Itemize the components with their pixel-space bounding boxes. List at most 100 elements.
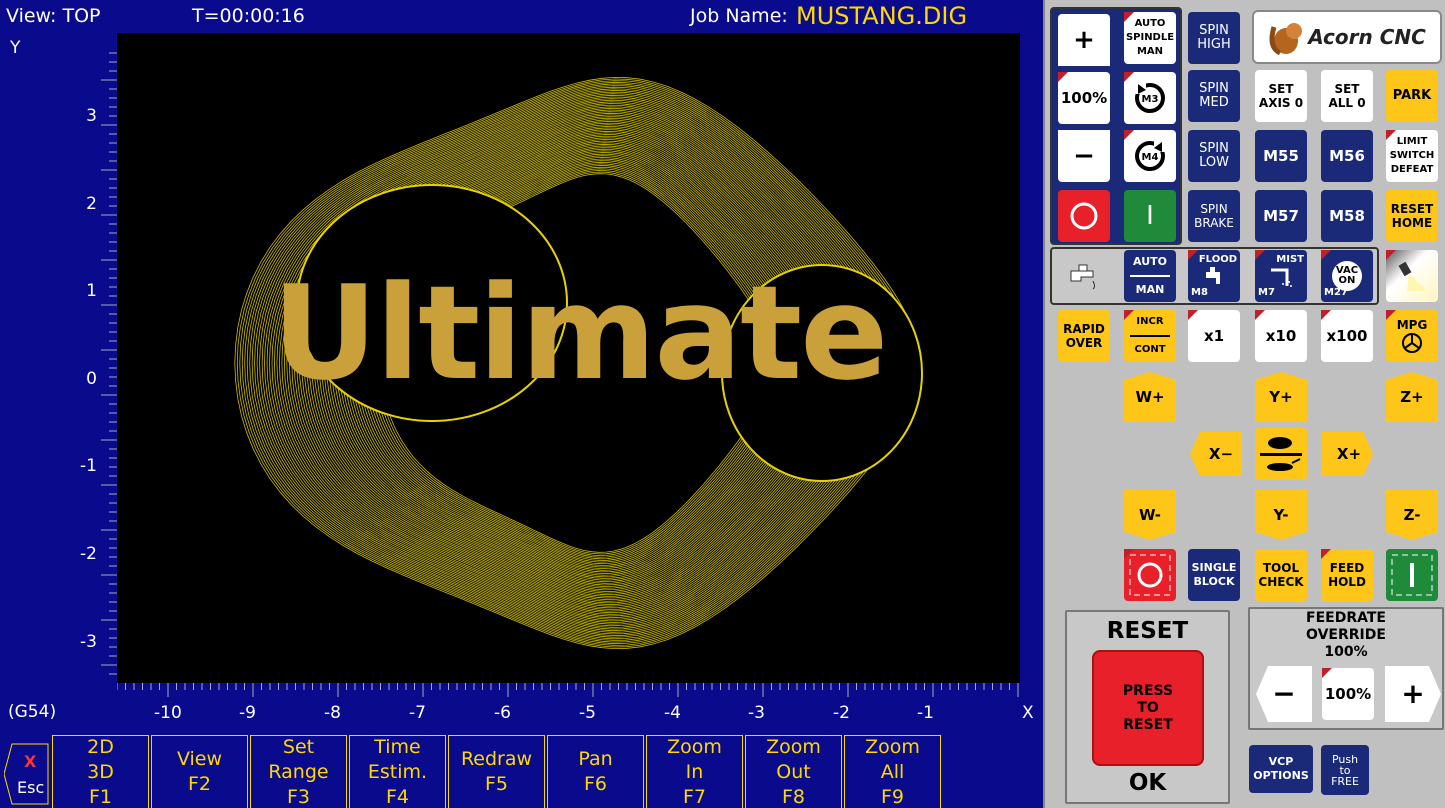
turtle-rabbit-icon	[1260, 437, 1302, 471]
x-tick-label: -2	[833, 703, 850, 723]
fkey-f9-button[interactable]: Zoom All F9	[844, 735, 941, 808]
press-to-reset-button[interactable]: PRESS TO RESET	[1092, 650, 1204, 766]
limit-switch-defeat-button[interactable]: LIMIT SWITCH DEFEAT	[1386, 130, 1438, 182]
jog-arrow-shapes	[1124, 372, 1438, 540]
tool-check-button[interactable]: TOOL CHECK	[1255, 549, 1307, 601]
spindle-speed-decrease-button[interactable]: −	[1058, 130, 1110, 182]
y-axis-ruler	[101, 52, 117, 675]
fkey-f4-button[interactable]: Time Estim. F4	[349, 735, 446, 808]
jog-x-plus-button[interactable]: X+	[1323, 432, 1375, 476]
m55-button[interactable]: M55	[1255, 130, 1307, 182]
set-all-zero-button[interactable]: SET ALL 0	[1321, 70, 1373, 122]
x-tick-label: -9	[239, 703, 256, 723]
work-light-button[interactable]	[1386, 250, 1438, 302]
fkey-f3-button[interactable]: Set Range F3	[250, 735, 347, 808]
spin-low-button[interactable]: SPIN LOW	[1188, 130, 1240, 182]
fkey-key: F8	[781, 785, 806, 808]
fkey-label: Zoom All	[865, 735, 920, 783]
m58-button[interactable]: M58	[1321, 190, 1373, 242]
view-indicator: View: TOP	[6, 5, 101, 27]
mist-m7-button[interactable]: MIST M7	[1255, 250, 1307, 302]
jog-y-plus-button[interactable]: Y+	[1255, 375, 1307, 419]
jog-speed-toggle-button[interactable]	[1255, 428, 1307, 480]
fkey-key: F7	[682, 785, 707, 808]
flood-m8-button[interactable]: FLOOD M8	[1188, 250, 1240, 302]
fkey-f7-button[interactable]: Zoom In F7	[646, 735, 743, 808]
jog-z-minus-button[interactable]: Z-	[1386, 493, 1438, 537]
vcp-options-button[interactable]: VCP OPTIONS	[1249, 745, 1313, 793]
m57-button[interactable]: M57	[1255, 190, 1307, 242]
reset-status: OK	[1128, 770, 1167, 796]
toolpath-plot[interactable]: Ultimate	[117, 33, 1020, 683]
svg-text:M3: M3	[1142, 94, 1159, 105]
lamp-icon	[1398, 261, 1427, 291]
m3-cw-button[interactable]: M3	[1124, 72, 1176, 124]
x-tick-label: -4	[664, 703, 681, 723]
fkey-label: Pan	[578, 748, 613, 770]
jog-z-plus-button[interactable]: Z+	[1386, 375, 1438, 419]
fkey-f2-button[interactable]: View F2	[151, 735, 248, 808]
spin-med-button[interactable]: SPIN MED	[1188, 70, 1240, 122]
fkey-key: F1	[88, 785, 113, 808]
x-tick-label: -1	[917, 703, 934, 723]
cycle-stop-button[interactable]	[1124, 549, 1176, 601]
flood-tap-icon	[1206, 267, 1220, 284]
cycle-start-button[interactable]	[1386, 549, 1438, 601]
mpg-button[interactable]: MPG	[1386, 310, 1438, 362]
fkey-label: View	[176, 748, 223, 770]
feed-hold-button[interactable]: FEED HOLD	[1321, 549, 1373, 601]
acorn-cnc-logo: Acorn CNC	[1252, 10, 1442, 64]
fkey-key: F9	[880, 785, 905, 808]
fkey-f8-button[interactable]: Zoom Out F8	[745, 735, 842, 808]
fkey-f1-button[interactable]: 2D 3D F1	[52, 735, 149, 808]
jog-w-plus-button[interactable]: W+	[1124, 375, 1176, 419]
cycle-stop-icon	[1129, 554, 1171, 596]
spindle-start-button[interactable]: I	[1124, 190, 1176, 242]
feedrate-increase-button[interactable]: +	[1385, 666, 1441, 722]
fkey-f6-button[interactable]: Pan F6	[547, 735, 644, 808]
rotate-ccw-icon: M4	[1135, 136, 1170, 171]
incr-cont-button[interactable]: INCR CONT	[1124, 310, 1176, 362]
x-tick-label: -10	[154, 703, 182, 723]
rapid-override-button[interactable]: RAPID OVER	[1058, 310, 1110, 362]
spin-brake-button[interactable]: SPIN BRAKE	[1188, 190, 1240, 242]
set-axis-zero-button[interactable]: SET AXIS 0	[1255, 70, 1307, 122]
x-tick-label: -7	[409, 703, 426, 723]
feedrate-100-button[interactable]: 100%	[1322, 668, 1374, 720]
park-button[interactable]: PARK	[1386, 70, 1438, 122]
fkey-label: Zoom In	[667, 735, 722, 783]
spindle-override-100-button[interactable]: 100%	[1058, 72, 1110, 124]
single-block-button[interactable]: SINGLE BLOCK	[1188, 549, 1240, 601]
reset-home-button[interactable]: RESET HOME	[1386, 190, 1438, 242]
handwheel-icon	[1402, 333, 1422, 353]
fkey-label: 2D 3D	[87, 735, 114, 783]
coolant-auto-man-button[interactable]: AUTO MAN	[1124, 250, 1176, 302]
x-axis-label: X	[1022, 703, 1034, 723]
x-tick-label: -3	[748, 703, 765, 723]
push-to-free-button[interactable]: Push to FREE	[1321, 745, 1369, 795]
m4-ccw-button[interactable]: M4	[1124, 130, 1176, 182]
jog-x1-button[interactable]: x1	[1188, 310, 1240, 362]
feedrate-decrease-button[interactable]: −	[1256, 666, 1312, 722]
jog-x10-button[interactable]: x10	[1255, 310, 1307, 362]
fkey-key: F3	[286, 785, 311, 808]
spindle-stop-button[interactable]	[1058, 190, 1110, 242]
fkey-f5-button[interactable]: Redraw F5	[448, 735, 545, 808]
vac-on-m27-button[interactable]: VAC ON M27	[1321, 250, 1373, 302]
auto-spindle-button[interactable]: AUTO SPINDLE MAN	[1124, 12, 1176, 64]
spindle-speed-increase-button[interactable]: +	[1058, 14, 1110, 66]
mist-spray-icon	[1271, 268, 1292, 287]
jog-y-minus-button[interactable]: Y-	[1255, 493, 1307, 537]
jog-x100-button[interactable]: x100	[1321, 310, 1373, 362]
fkey-key: F2	[187, 773, 212, 795]
spin-high-button[interactable]: SPIN HIGH	[1188, 12, 1240, 64]
fkey-label: Redraw	[460, 748, 533, 770]
fkey-key: F4	[385, 785, 410, 808]
svg-text:M4: M4	[1142, 152, 1159, 163]
rotate-cw-icon: M3	[1130, 78, 1165, 113]
m56-button[interactable]: M56	[1321, 130, 1373, 182]
jog-w-minus-button[interactable]: W-	[1124, 493, 1176, 537]
ultimate-overlay-text: Ultimate	[272, 257, 888, 409]
fkey-label: Time Estim.	[367, 735, 428, 783]
jog-x-minus-button[interactable]: X−	[1195, 432, 1247, 476]
